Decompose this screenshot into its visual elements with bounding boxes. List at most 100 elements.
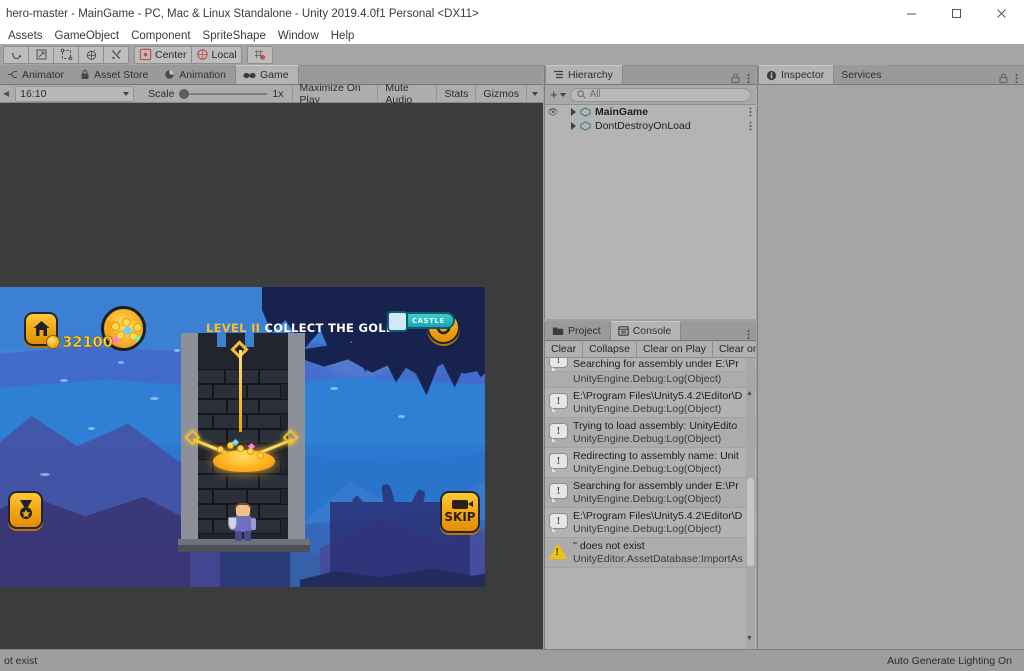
console-entry[interactable]: ! Trying to load assembly: UnityEdito Un… (545, 418, 756, 448)
tab-inspector[interactable]: Inspector (758, 65, 834, 84)
status-bar[interactable]: ot exist Auto Generate Lighting On (0, 649, 1024, 671)
rect-tool-button[interactable] (53, 46, 79, 64)
close-button[interactable] (979, 0, 1024, 27)
hierarchy-row-dontdestroyonload[interactable]: DontDestroyOnLoad (545, 119, 756, 133)
tab-hierarchy[interactable]: Hierarchy (545, 65, 623, 84)
info-log-icon: ! (549, 483, 568, 502)
gameobject-icon (580, 107, 591, 117)
console-toolbar: Clear Collapse Clear on Play Clear on Bu (545, 341, 756, 358)
tab-services[interactable]: Services (834, 65, 890, 84)
pivot-rotation-button[interactable]: Local (191, 46, 242, 64)
lock-icon[interactable] (999, 73, 1008, 84)
expand-arrow-icon[interactable] (571, 122, 576, 130)
console-log-list[interactable]: ! Searching for assembly under E:\Pr Uni… (545, 358, 756, 649)
hierarchy-tree: 👁 MainGame DontDestroyOnLoad (545, 105, 756, 319)
scroll-left-arrow-icon[interactable]: ◀ (0, 89, 9, 98)
clear-on-build-button[interactable]: Clear on Bu (713, 342, 756, 357)
hierarchy-panel: Hierarchy + All 👁 MainGame (544, 66, 756, 319)
grid-snap-button[interactable] (247, 46, 273, 64)
tab-label: Hierarchy (568, 69, 613, 81)
menu-item-gameobject[interactable]: GameObject (49, 29, 126, 43)
transform-tool-button[interactable] (78, 46, 104, 64)
scroll-down-arrow-icon[interactable]: ▼ (745, 633, 754, 643)
main-toolbar: Center Local Collab (0, 44, 1024, 66)
collapse-button[interactable]: Collapse (583, 342, 637, 357)
stats-toggle[interactable]: Stats (436, 85, 475, 103)
console-entry[interactable]: ! Searching for assembly under E:\Pr (545, 358, 756, 372)
tab-label: Asset Store (94, 69, 148, 81)
console-scrollbar[interactable]: ▲ ▼ (746, 358, 755, 649)
mute-audio-toggle[interactable]: Mute Audio (377, 85, 436, 103)
inspector-tabstrip: Inspector Services (758, 66, 1024, 85)
tab-animator[interactable]: Animator (0, 65, 73, 84)
move-tool-button[interactable] (28, 46, 54, 64)
hierarchy-search-input[interactable]: All (570, 88, 751, 102)
inspector-tab-actions (999, 73, 1024, 84)
tab-console[interactable]: Console (610, 321, 682, 340)
tab-project[interactable]: Project (545, 321, 610, 340)
menu-item-help[interactable]: Help (325, 29, 361, 43)
hierarchy-tabstrip: Hierarchy (545, 66, 756, 85)
menu-item-spriteshape[interactable]: SpriteShape (197, 29, 272, 43)
more-options-icon[interactable] (749, 121, 752, 131)
clear-button[interactable]: Clear (545, 342, 583, 357)
scale-label: Scale (148, 88, 174, 100)
console-panel: Project Console Clear Collapse Clear on … (544, 322, 756, 649)
console-entry[interactable]: '' does not exist UnityEditor.AssetDatab… (545, 538, 756, 568)
maximize-on-play-toggle[interactable]: Maximize On Play (292, 85, 378, 103)
scale-slider[interactable] (179, 93, 267, 95)
menu-item-component[interactable]: Component (125, 29, 196, 43)
tab-game[interactable]: Game (235, 65, 299, 84)
gizmos-dropdown[interactable]: Gizmos (475, 85, 526, 103)
visibility-toggle-icon[interactable]: 👁 (545, 107, 561, 118)
log-message: Redirecting to assembly name: Unit (573, 450, 739, 463)
local-space-icon (196, 48, 209, 61)
more-options-icon[interactable] (749, 107, 752, 117)
castle-marker-badge[interactable]: CASTLE (388, 312, 455, 329)
hand-tool-button[interactable] (3, 46, 29, 64)
game-view-tabstrip: Animator Asset Store Animation Game (0, 66, 543, 85)
console-entry[interactable]: ! Redirecting to assembly name: Unit Uni… (545, 448, 756, 478)
tab-asset-store[interactable]: Asset Store (73, 65, 157, 84)
inspector-panel: Inspector Services (757, 66, 1024, 649)
maximize-button[interactable] (934, 0, 979, 27)
log-stack: UnityEngine.Debug:Log(Object) (573, 433, 737, 446)
more-options-icon[interactable] (747, 73, 750, 84)
game-canvas[interactable]: 32100 LEVEL II COLLECT THE GOLD (0, 287, 485, 587)
castle-badge-label: CASTLE (412, 317, 445, 325)
scroll-up-arrow-icon[interactable]: ▲ (745, 388, 754, 398)
menu-item-assets[interactable]: Assets (2, 29, 49, 43)
scale-slider-group[interactable]: Scale 1x (148, 88, 283, 100)
log-message: Searching for assembly under E:\Pr (573, 480, 739, 493)
console-entry[interactable]: ! E:\Program Files\Unity5.4.2\Editor\D U… (545, 388, 756, 418)
pivot-mode-button[interactable]: Center (134, 46, 192, 64)
add-gameobject-button[interactable]: + (550, 87, 566, 102)
hierarchy-row-maingame[interactable]: 👁 MainGame (545, 105, 756, 119)
console-entry[interactable]: ! E:\Program Files\Unity5.4.2\Editor\D U… (545, 508, 756, 538)
chevron-down-icon (560, 93, 566, 97)
more-options-icon[interactable] (747, 329, 750, 340)
castle-thumbnail-icon (387, 311, 408, 332)
hierarchy-item-label: DontDestroyOnLoad (595, 120, 691, 132)
lock-icon[interactable] (731, 73, 740, 84)
tab-animation[interactable]: Animation (157, 65, 235, 84)
expand-arrow-icon[interactable] (571, 108, 576, 116)
clear-on-play-button[interactable]: Clear on Play (637, 342, 713, 357)
more-options-icon[interactable] (1015, 73, 1018, 84)
scale-slider-handle[interactable] (179, 89, 189, 99)
console-entry-stack[interactable]: UnityEngine.Debug:Log(Object) (545, 372, 756, 388)
medal-icon (16, 499, 36, 522)
pivot-mode-label: Center (155, 49, 187, 61)
transform-icon (85, 48, 98, 61)
skip-button[interactable]: SKIP (440, 491, 480, 533)
level-number: LEVEL II (206, 321, 260, 335)
gizmos-chevron[interactable] (526, 85, 543, 103)
info-log-icon: ! (549, 423, 568, 442)
achievements-button[interactable] (8, 491, 43, 529)
custom-tool-button[interactable] (103, 46, 129, 64)
menu-item-window[interactable]: Window (272, 29, 325, 43)
aspect-ratio-dropdown[interactable]: 16:10 (15, 86, 134, 102)
console-entry[interactable]: ! Searching for assembly under E:\Pr Uni… (545, 478, 756, 508)
minimize-button[interactable] (889, 0, 934, 27)
console-scroll-thumb[interactable] (747, 478, 754, 566)
